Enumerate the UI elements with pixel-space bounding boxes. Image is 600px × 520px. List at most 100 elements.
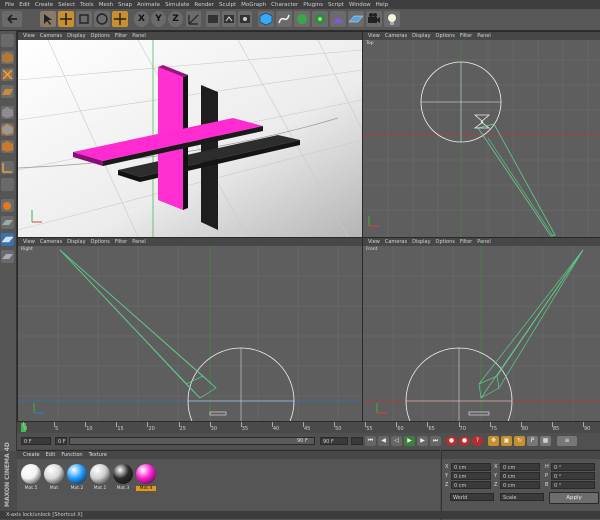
menu-item-snap[interactable]: Snap [118,2,132,8]
next-key-button[interactable]: ▶ [417,436,428,446]
scale-tool-icon[interactable] [76,11,92,27]
play-button[interactable]: ▶ [404,436,415,446]
light-icon[interactable] [384,11,400,27]
frame-field-small[interactable]: 0 F [55,437,67,445]
select-tool-icon[interactable] [40,11,56,27]
keyframe-selection-icon[interactable]: ? [472,436,483,446]
floor-icon[interactable] [348,11,364,27]
points-mode-icon[interactable] [1,106,14,119]
viewport-menu-cameras[interactable]: Cameras [40,33,62,39]
goto-end-button[interactable]: ⏭ [430,436,441,446]
menu-item-sculpt[interactable]: Sculpt [219,2,236,8]
viewport-menu-display[interactable]: Display [67,33,85,39]
viewport-menu-panel[interactable]: Panel [132,33,146,39]
cube-object-icon[interactable] [258,11,274,27]
menu-item-select[interactable]: Select [58,2,75,8]
viewport-menu-view[interactable]: View [368,239,380,245]
viewport-menu-panel[interactable]: Panel [477,239,491,245]
viewport-menu-options[interactable]: Options [91,33,110,39]
rotation-key-icon[interactable]: ↻ [514,436,525,446]
menu-item-create[interactable]: Create [35,2,53,8]
viewport-menu-view[interactable]: View [23,33,35,39]
apply-button[interactable]: Apply [549,492,599,504]
menu-item-character[interactable]: Character [271,2,298,8]
material-menu-edit[interactable]: Edit [46,452,56,458]
undo-button[interactable] [2,11,22,27]
axis-mode-icon[interactable] [1,161,14,174]
material-menu-function[interactable]: Function [61,452,82,458]
coord-pos-field[interactable]: 0 cm [451,463,491,471]
top-viewport[interactable]: View Cameras Display Options Filter Panel Top [362,31,600,238]
viewport-menu-filter[interactable]: Filter [460,239,472,245]
viewport-menu-display[interactable]: Display [412,33,430,39]
coordinate-mode-select[interactable]: World [450,493,494,501]
viewport-menu-view[interactable]: View [23,239,35,245]
menu-item-animate[interactable]: Animate [137,2,160,8]
axis-x-lock-button[interactable]: X [134,11,149,27]
viewport-menu-display[interactable]: Display [412,239,430,245]
end-frame-field-2[interactable] [351,437,363,445]
viewport-menu-filter[interactable]: Filter [115,239,127,245]
render-picture-viewer-icon[interactable] [222,11,236,27]
workplane-icon[interactable] [1,216,14,229]
start-frame-field[interactable]: 0 F [21,437,51,445]
viewport-menu-view[interactable]: View [368,33,380,39]
prev-key-button[interactable]: ◀ [378,436,389,446]
frame-range-slider[interactable] [69,437,315,445]
viewport-menu-options[interactable]: Options [436,33,455,39]
spline-pen-icon[interactable] [276,11,292,27]
autokey-icon[interactable]: ● [459,436,470,446]
menu-item-render[interactable]: Render [194,2,214,8]
material-swatch[interactable] [44,464,64,484]
render-settings-icon[interactable] [238,11,252,27]
menu-item-mograph[interactable]: MoGraph [241,2,266,8]
material-menu-create[interactable]: Create [23,452,40,458]
locked-workplane-icon[interactable] [1,250,14,263]
viewport-menu-filter[interactable]: Filter [115,33,127,39]
move-tool-icon[interactable] [58,11,74,27]
viewport-menu-options[interactable]: Options [436,239,455,245]
menu-item-simulate[interactable]: Simulate [165,2,189,8]
material-swatch[interactable] [113,464,133,484]
edges-mode-icon[interactable] [1,123,14,136]
recent-tool-icon[interactable] [112,11,128,27]
timeline-window-icon[interactable]: ≡ [557,436,577,446]
menu-item-script[interactable]: Script [328,2,344,8]
rotate-tool-icon[interactable] [94,11,110,27]
viewport-menu-options[interactable]: Options [91,239,110,245]
record-keys-icon[interactable]: ● [446,436,457,446]
right-scene[interactable] [18,246,362,421]
material-swatch[interactable] [21,464,41,484]
polygons-mode-icon[interactable] [1,140,14,153]
array-icon[interactable] [312,11,328,27]
viewport-menu-panel[interactable]: Panel [477,33,491,39]
coordinate-system-icon[interactable] [186,11,201,27]
coord-rot-field[interactable]: 0 ° [551,481,595,489]
right-viewport[interactable]: View Cameras Display Options Filter Panel Rig… [17,237,363,422]
coord-size-field[interactable]: 0 cm [500,472,540,480]
model-mode-icon[interactable] [1,51,14,64]
material-swatch[interactable] [136,464,156,484]
viewport-menu-filter[interactable]: Filter [460,33,472,39]
viewport-menu-panel[interactable]: Panel [132,239,146,245]
scale-mode-select[interactable]: Scale [500,493,544,501]
viewport-menu-display[interactable]: Display [67,239,85,245]
viewport-menu-cameras[interactable]: Cameras [385,239,407,245]
coord-pos-field[interactable]: 0 cm [451,481,491,489]
menu-item-mesh[interactable]: Mesh [99,2,113,8]
end-frame-field[interactable]: 90 F [320,437,348,445]
pla-key-icon[interactable]: ▦ [540,436,551,446]
front-viewport[interactable]: View Cameras Display Options Filter Panel Fro… [362,237,600,422]
render-view-icon[interactable] [206,11,220,27]
perspective-scene[interactable] [18,40,362,237]
axis-z-lock-button[interactable]: Z [168,11,183,27]
snapping-icon[interactable] [1,199,14,212]
material-swatch[interactable] [90,464,110,484]
menu-item-file[interactable]: File [5,2,14,8]
coord-size-field[interactable]: 0 cm [500,463,540,471]
goto-start-button[interactable]: ⏮ [365,436,376,446]
menu-item-plugins[interactable]: Plugins [303,2,323,8]
coord-rot-field[interactable]: 0 ° [551,472,595,480]
viewport-menu-cameras[interactable]: Cameras [40,239,62,245]
subdivision-surface-icon[interactable] [294,11,310,27]
